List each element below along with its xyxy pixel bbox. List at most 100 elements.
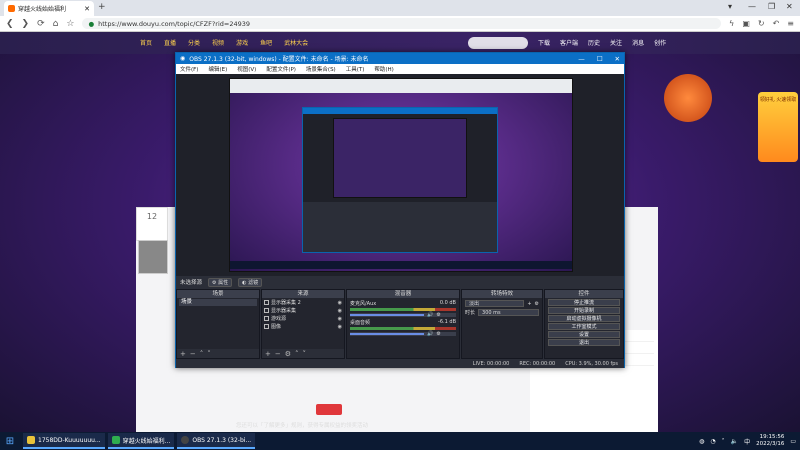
eye-icon[interactable]: ◉ — [338, 308, 342, 314]
header-link[interactable]: 客户端 — [560, 38, 578, 47]
obs-preview-area[interactable] — [176, 74, 624, 276]
preview-obs-preview — [303, 114, 497, 202]
source-item[interactable]: 显示器采集 ◉ — [264, 307, 342, 314]
menu-profile[interactable]: 配置文件(P) — [266, 65, 296, 73]
header-link[interactable]: 创作 — [654, 38, 666, 47]
nav-item[interactable]: 分类 — [188, 38, 200, 47]
nav-item[interactable]: 游戏 — [236, 38, 248, 47]
menu-view[interactable]: 视图(V) — [237, 65, 256, 73]
menu-scene-collection[interactable]: 场景集合(S) — [306, 65, 336, 73]
header-link[interactable]: 下载 — [538, 38, 550, 47]
browser-tab[interactable]: 穿越火线始始福利 ✕ — [4, 1, 94, 16]
filters-button[interactable]: ◐ 滤镜 — [238, 277, 263, 287]
obs-maximize-button[interactable]: ☐ — [597, 55, 603, 63]
obs-close-button[interactable]: ✕ — [615, 55, 620, 63]
taskbar-app[interactable]: 1758DD-Kuuuuuuu... — [23, 433, 105, 449]
maximize-button[interactable]: ❐ — [768, 2, 775, 11]
back-icon[interactable]: ❮ — [6, 19, 14, 29]
gear-icon[interactable]: ⚙ — [535, 301, 539, 307]
new-tab-button[interactable]: + — [98, 2, 106, 12]
site-nav: 首页 直播 分类 视频 游戏 鱼吧 武林大会 — [140, 38, 308, 47]
menu-icon[interactable]: ≡ — [787, 19, 794, 28]
down-icon[interactable]: ˅ — [303, 350, 307, 358]
up-icon[interactable]: ˄ — [295, 350, 299, 358]
add-icon[interactable]: + — [527, 301, 531, 307]
nav-item[interactable]: 视频 — [212, 38, 224, 47]
address-bar[interactable]: ● https://www.douyu.com/topic/CFZF?rid=2… — [82, 18, 722, 29]
windows-start-icon[interactable]: ⊞ — [0, 432, 20, 450]
properties-button[interactable]: ⚙ 属性 — [208, 277, 233, 287]
gear-icon[interactable]: ⚙ — [436, 312, 440, 318]
menu-help[interactable]: 帮助(H) — [374, 65, 393, 73]
streamer-avatar[interactable] — [138, 240, 168, 274]
add-icon[interactable]: + — [265, 350, 271, 358]
transition-select[interactable]: 淡出 — [465, 300, 525, 307]
exit-button[interactable]: 退出 — [548, 339, 620, 346]
tab-menu-icon[interactable]: ▾ — [728, 2, 732, 11]
virtual-camera-button[interactable]: 启动虚拟摄像机 — [548, 315, 620, 322]
chat-icon[interactable]: ◔ — [710, 438, 715, 445]
header-link[interactable]: 关注 — [610, 38, 622, 47]
settings-button[interactable]: 设置 — [548, 331, 620, 338]
duration-input[interactable]: 300 ms — [478, 309, 539, 316]
source-item[interactable]: 游戏源 ◉ — [264, 315, 342, 322]
obs-title-bar[interactable]: ◉ OBS 27.1.3 (32-bit, windows) - 配置文件: 未… — [176, 53, 624, 64]
menu-tools[interactable]: 工具(T) — [346, 65, 365, 73]
scene-item[interactable]: 场景 — [179, 299, 257, 306]
volume-slider[interactable]: 🔊 ⚙ — [350, 312, 456, 318]
menu-file[interactable]: 文件(F) — [180, 65, 198, 73]
close-window-button[interactable]: ✕ — [786, 2, 793, 11]
menu-edit[interactable]: 编辑(E) — [208, 65, 227, 73]
eye-icon[interactable]: ◉ — [338, 316, 342, 322]
source-item[interactable]: 图像 ◉ — [264, 323, 342, 330]
eye-icon[interactable]: ◉ — [338, 324, 342, 330]
stop-streaming-button[interactable]: 停止推流 — [548, 299, 620, 306]
obs-minimize-button[interactable]: — — [578, 55, 585, 63]
lightning-icon[interactable]: ϟ — [729, 19, 734, 28]
network-icon[interactable]: ◍ — [699, 438, 704, 445]
obs-title: OBS 27.1.3 (32-bit, windows) - 配置文件: 未命名… — [189, 56, 369, 63]
event-gift-icon[interactable] — [664, 74, 712, 122]
refresh-icon[interactable]: ↻ — [758, 19, 765, 28]
home-icon[interactable]: ⌂ — [53, 19, 59, 29]
chevron-up-icon[interactable]: ˄ — [722, 438, 725, 445]
gear-icon[interactable]: ⚙ — [436, 331, 440, 337]
site-search-input[interactable] — [468, 37, 528, 49]
minimize-button[interactable]: — — [748, 2, 756, 11]
nav-item[interactable]: 鱼吧 — [260, 38, 272, 47]
gear-icon[interactable]: ⚙ — [285, 350, 291, 358]
header-link[interactable]: 历史 — [588, 38, 600, 47]
remove-icon[interactable]: − — [190, 350, 196, 358]
speaker-icon[interactable]: 🔈 — [731, 438, 738, 445]
volume-slider[interactable]: 🔊 ⚙ — [350, 331, 456, 337]
eye-icon[interactable]: ◉ — [338, 300, 342, 306]
down-icon[interactable]: ˅ — [207, 350, 211, 358]
close-tab-icon[interactable]: ✕ — [84, 5, 90, 13]
nav-item[interactable]: 武林大会 — [284, 38, 308, 47]
system-tray: ◍ ◔ ˄ 🔈 中 19:15:56 2022/3/16 ▭ — [699, 432, 796, 450]
studio-mode-button[interactable]: 工作室模式 — [548, 323, 620, 330]
clock[interactable]: 19:15:56 2022/3/16 — [756, 434, 784, 448]
star-icon[interactable]: ☆ — [66, 19, 74, 29]
start-recording-button[interactable]: 开始录制 — [548, 307, 620, 314]
reload-icon[interactable]: ⟳ — [37, 19, 45, 29]
participate-button[interactable] — [316, 404, 342, 415]
notification-icon[interactable]: ▭ — [790, 438, 796, 445]
source-item[interactable]: 显示器采集 2 ◉ — [264, 299, 342, 306]
remove-icon[interactable]: − — [275, 350, 281, 358]
nav-item[interactable]: 首页 — [140, 38, 152, 47]
up-icon[interactable]: ˄ — [200, 350, 204, 358]
taskbar-app[interactable]: 穿越火线始福利... — [107, 433, 175, 449]
speaker-icon[interactable]: 🔊 — [427, 312, 433, 318]
duration-label: 时长 — [465, 310, 476, 316]
forward-icon[interactable]: ❯ — [22, 19, 30, 29]
undo-icon[interactable]: ↶ — [773, 19, 780, 28]
extension-icon[interactable]: ▣ — [742, 19, 750, 28]
add-icon[interactable]: + — [180, 350, 186, 358]
speaker-icon[interactable]: 🔊 — [427, 331, 433, 337]
input-method-icon[interactable]: 中 — [744, 437, 750, 446]
nav-item[interactable]: 直播 — [164, 38, 176, 47]
header-link[interactable]: 消息 — [632, 38, 644, 47]
taskbar-app[interactable]: OBS 27.1.3 (32-bi... — [177, 433, 256, 449]
side-promo-banner[interactable]: 领好礼 火速领取 — [758, 92, 798, 162]
